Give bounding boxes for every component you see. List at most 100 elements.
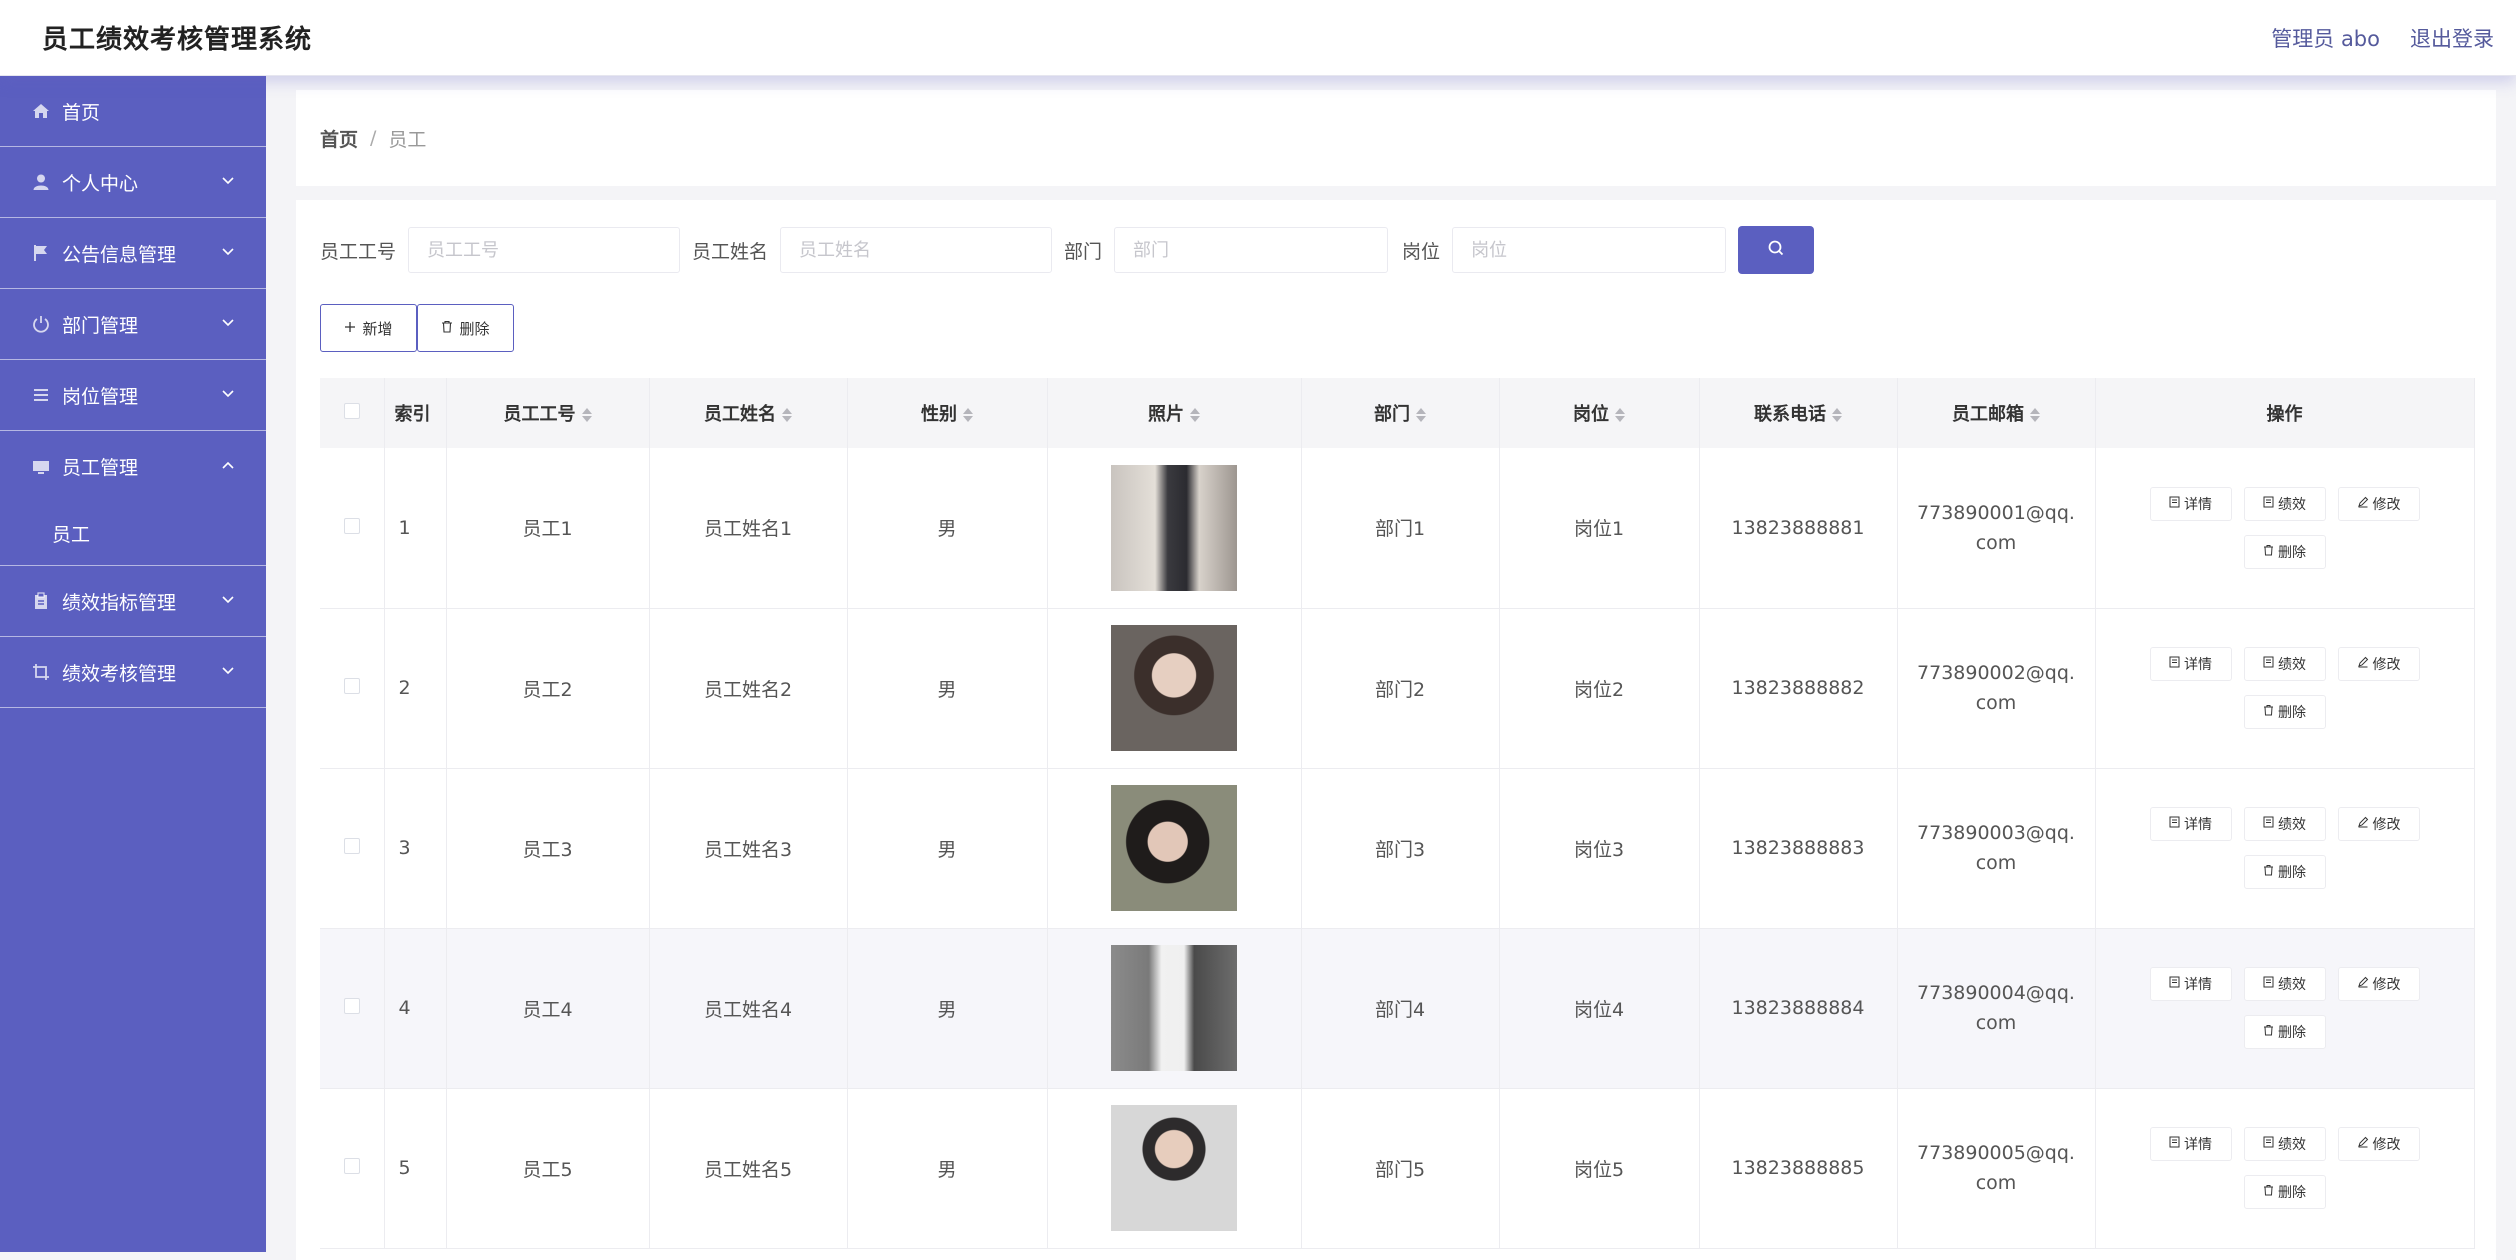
row-select-cell: [320, 928, 385, 1089]
search-icon: [1767, 239, 1785, 261]
employee-photo[interactable]: [1111, 464, 1237, 591]
col-header-email[interactable]: 员工邮箱: [1897, 378, 2096, 448]
sidebar-item-appraisal[interactable]: 绩效考核管理: [0, 637, 266, 708]
trash-icon: [441, 319, 453, 337]
trash-icon: [2263, 704, 2274, 720]
breadcrumb-home[interactable]: 首页: [320, 125, 358, 152]
app-title: 员工绩效考核管理系统: [42, 25, 313, 55]
clipboard-icon: [30, 590, 52, 612]
sidebar-item-notice[interactable]: 公告信息管理: [0, 218, 266, 289]
cell-emp-name: 员工姓名4: [649, 928, 848, 1089]
employee-photo[interactable]: [1111, 625, 1237, 751]
delete-button[interactable]: 删除: [2243, 1175, 2326, 1209]
detail-button[interactable]: 详情: [2149, 807, 2232, 841]
cell-photo: [1047, 928, 1302, 1089]
select-all-checkbox[interactable]: [343, 402, 360, 419]
document-icon: [2169, 1136, 2180, 1152]
col-header-emp-no[interactable]: 员工工号: [446, 378, 650, 448]
edit-button[interactable]: 修改: [2337, 486, 2420, 521]
sort-icon: [782, 408, 792, 422]
emp-name-input[interactable]: [780, 227, 1053, 273]
sidebar-item-home[interactable]: 首页: [0, 76, 266, 147]
col-header-photo[interactable]: 照片: [1047, 378, 1302, 448]
chevron-down-icon: [218, 384, 238, 404]
cell-emp-name: 员工姓名5: [649, 1088, 848, 1249]
top-header: 员工绩效考核管理系统 管理员 abo 退出登录: [0, 0, 2516, 76]
batch-delete-button[interactable]: 删除: [417, 304, 514, 352]
cell-sex: 男: [847, 608, 1048, 769]
employee-photo[interactable]: [1111, 1105, 1237, 1231]
sidebar-item-post[interactable]: 岗位管理: [0, 360, 266, 431]
edit-button[interactable]: 修改: [2337, 967, 2420, 1001]
cell-dept: 部门2: [1301, 608, 1500, 769]
cell-ops: 详情 绩效 修改 删除: [2095, 448, 2475, 609]
delete-button[interactable]: 删除: [2243, 695, 2326, 729]
col-header-label: 岗位: [1573, 404, 1609, 425]
cell-photo: [1047, 768, 1302, 929]
detail-button[interactable]: 详情: [2149, 967, 2232, 1001]
col-header-label: 部门: [1374, 404, 1410, 425]
col-header-phone[interactable]: 联系电话: [1699, 378, 1898, 448]
cell-ops: 详情 绩效 修改 删除: [2095, 608, 2475, 769]
performance-button[interactable]: 绩效: [2243, 486, 2326, 521]
cell-index: 3: [384, 768, 447, 929]
search-button[interactable]: [1738, 226, 1815, 274]
document-icon: [2263, 496, 2274, 512]
dept-input[interactable]: [1114, 227, 1389, 273]
cell-email: 773890004@qq.com: [1897, 928, 2096, 1089]
admin-user-link[interactable]: 管理员 abo: [2271, 23, 2380, 53]
detail-label: 详情: [2184, 817, 2212, 833]
edit-button[interactable]: 修改: [2337, 807, 2420, 841]
emp-no-input[interactable]: [408, 227, 681, 273]
table-row: 4 员工4 员工姓名4 男 部门4 岗位4 13823888884 773890…: [320, 928, 2475, 1089]
document-icon: [2169, 656, 2180, 672]
edit-button[interactable]: 修改: [2337, 1127, 2420, 1161]
delete-button[interactable]: 删除: [2243, 534, 2326, 569]
sidebar-item-employee[interactable]: 员工管理: [0, 431, 266, 502]
cell-index: 2: [384, 608, 447, 769]
cell-dept: 部门5: [1301, 1088, 1500, 1249]
cell-post: 岗位1: [1499, 448, 1700, 609]
detail-label: 详情: [2184, 496, 2212, 513]
sidebar-item-personal[interactable]: 个人中心: [0, 147, 266, 218]
row-checkbox[interactable]: [343, 838, 360, 854]
employee-photo[interactable]: [1111, 785, 1237, 911]
sidebar-item-kpi[interactable]: 绩效指标管理: [0, 566, 266, 637]
row-checkbox[interactable]: [343, 1158, 360, 1174]
logout-link[interactable]: 退出登录: [2410, 23, 2494, 53]
cell-emp-no: 员工2: [446, 608, 650, 769]
sidebar-subitem-employee[interactable]: 员工: [0, 502, 266, 566]
cell-phone: 13823888881: [1699, 448, 1898, 609]
row-checkbox[interactable]: [343, 678, 360, 694]
sidebar-item-label: 岗位管理: [62, 385, 139, 408]
cell-sex: 男: [847, 928, 1048, 1089]
row-checkbox[interactable]: [343, 517, 360, 534]
col-header-post[interactable]: 岗位: [1499, 378, 1700, 448]
main-area: 首页 / 员工 员工工号 员工姓名 部门 岗位 新增 删除: [266, 76, 2516, 1260]
performance-button[interactable]: 绩效: [2243, 647, 2326, 681]
performance-button[interactable]: 绩效: [2243, 967, 2326, 1001]
sidebar-item-dept[interactable]: 部门管理: [0, 289, 266, 360]
post-input[interactable]: [1452, 227, 1727, 273]
table-row: 5 员工5 员工姓名5 男 部门5 岗位5 13823888885 773890…: [320, 1088, 2475, 1249]
delete-button[interactable]: 删除: [2243, 1015, 2326, 1049]
add-button[interactable]: 新增: [320, 304, 417, 352]
detail-button[interactable]: 详情: [2149, 1127, 2232, 1161]
row-checkbox[interactable]: [343, 998, 360, 1014]
detail-button[interactable]: 详情: [2149, 647, 2232, 681]
delete-button[interactable]: 删除: [2243, 855, 2326, 889]
table-row: 1 员工1 员工姓名1 男 部门1 岗位1 13823888881 773890…: [320, 448, 2475, 609]
cell-emp-no: 员工5: [446, 1088, 650, 1249]
detail-button[interactable]: 详情: [2149, 486, 2232, 521]
delete-label: 删除: [2278, 544, 2306, 561]
col-header-dept[interactable]: 部门: [1301, 378, 1500, 448]
performance-label: 绩效: [2278, 657, 2306, 673]
sidebar-item-label: 员工管理: [62, 457, 139, 479]
col-header-sex[interactable]: 性别: [847, 378, 1048, 448]
col-header-emp-name[interactable]: 员工姓名: [649, 378, 848, 448]
employee-photo[interactable]: [1111, 945, 1237, 1071]
performance-button[interactable]: 绩效: [2243, 1127, 2326, 1161]
cell-post: 岗位4: [1499, 928, 1700, 1089]
edit-button[interactable]: 修改: [2337, 647, 2420, 681]
performance-button[interactable]: 绩效: [2243, 807, 2326, 841]
